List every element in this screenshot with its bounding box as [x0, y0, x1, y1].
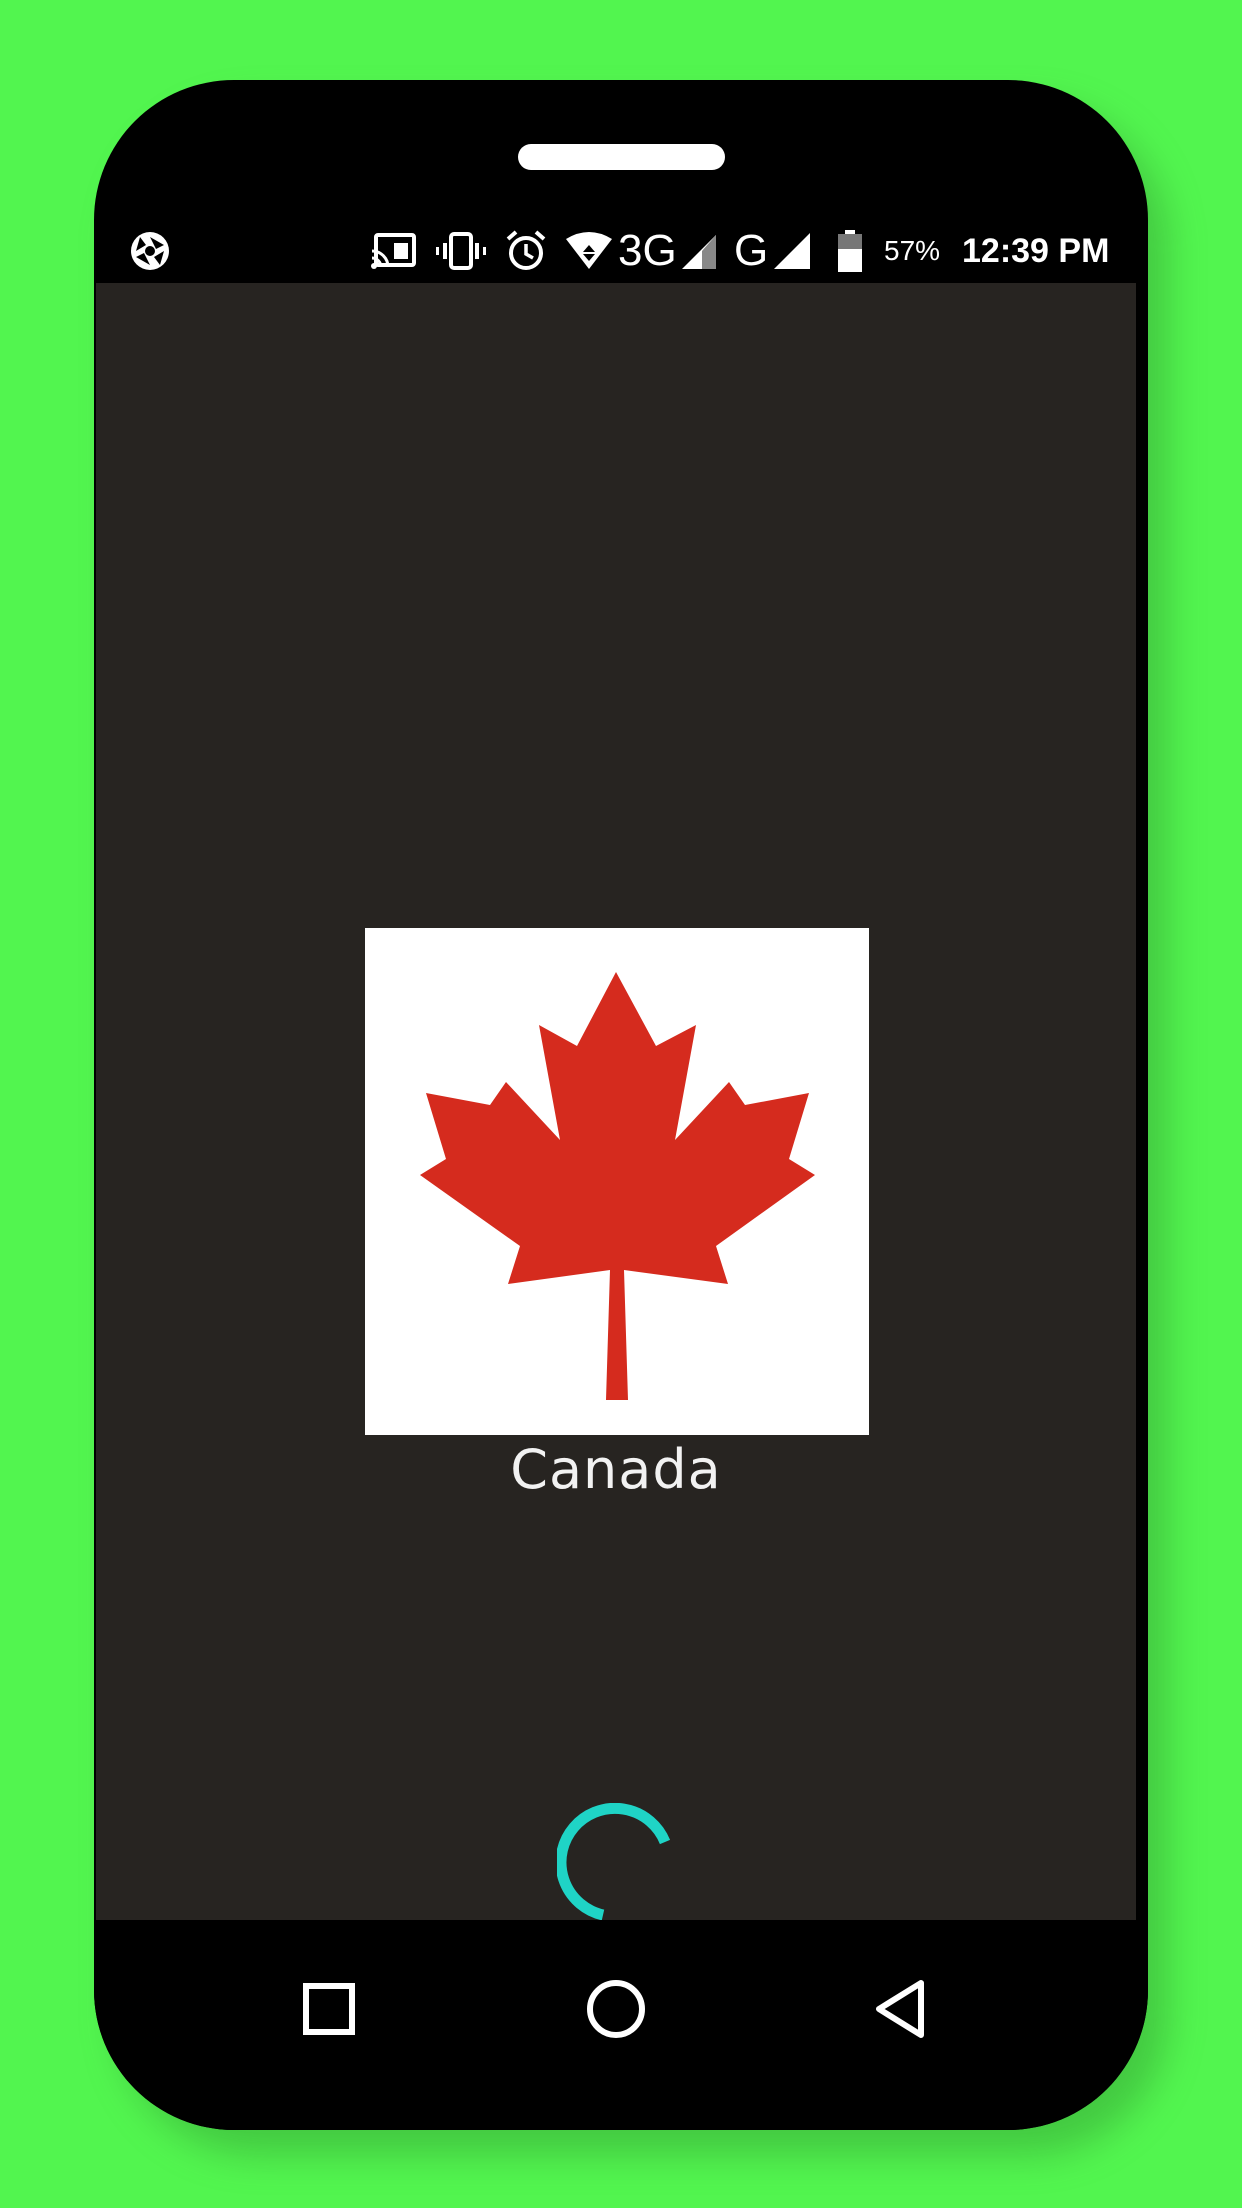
alarm-icon [504, 220, 550, 282]
wifi-icon [564, 220, 616, 282]
flag-card [365, 928, 869, 1435]
cast-icon [370, 220, 420, 282]
maple-leaf-icon [420, 972, 815, 1400]
country-name: Canada [510, 1438, 722, 1501]
phone-frame: 3G G 57% 12:39 PM Canada [94, 80, 1148, 2130]
loading-spinner-icon [555, 1802, 677, 1923]
back-triangle-icon[interactable] [858, 1964, 948, 2054]
network-g-label: G [734, 226, 769, 275]
battery-percent: 57% [884, 235, 941, 266]
splash-screen: Canada [96, 283, 1136, 1923]
clock-time: 12:39 PM [962, 231, 1110, 270]
vibrate-icon [434, 220, 490, 282]
network-3g-label: 3G [618, 226, 677, 275]
signal-icon-2 [772, 220, 814, 282]
camera-shutter-icon [128, 220, 176, 282]
battery-icon [836, 220, 866, 282]
status-bar: 3G G 57% 12:39 PM [94, 220, 1148, 282]
earpiece-speaker [518, 144, 725, 170]
home-circle-icon[interactable] [571, 1964, 661, 2054]
recents-square-icon[interactable] [284, 1964, 374, 2054]
navigation-bar [94, 1920, 1148, 2130]
signal-icon [680, 220, 720, 282]
